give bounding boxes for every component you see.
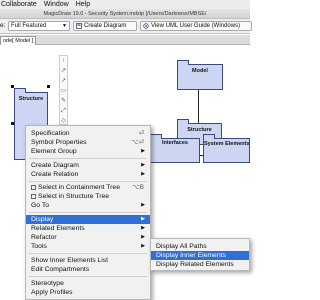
selection-handle[interactable] [11,85,14,88]
menu-item-label: Element Group [31,148,77,155]
menu-item-select-structure-tree[interactable]: Select in Structure Tree [26,192,150,201]
shortcut-label: ⌥⏎ [131,139,144,146]
submenu-arrow-icon: ▶ [141,243,145,249]
create-diagram-button[interactable]: Create Diagram [73,21,137,31]
menu-separator [29,158,147,159]
menu-item-label: Go To [31,202,50,209]
menu-item-label: Symbol Properties [31,139,87,146]
package-label: System Elements [204,141,250,147]
package-interfaces[interactable]: Interfaces [150,138,200,163]
note-icon[interactable]: ▭ [60,86,67,96]
menu-help[interactable]: Help [76,0,90,9]
selection-handle[interactable] [11,122,14,125]
package-system-elements[interactable]: System Elements [203,134,250,163]
uml-guide-label: View UML User Guide (Windows) [151,23,241,29]
submenu-arrow-icon: ▶ [141,202,145,208]
perspective-select[interactable]: Full Featured ▼ [8,21,70,31]
menu-item-edit-compartments[interactable]: Edit Compartments [26,265,150,274]
arrow-icon[interactable]: ↗ [60,76,67,86]
diagram-smart-toolbar: ↑ ↗ ↗ ▭ ✎ ⤢ ◇ [59,55,68,125]
tree-icon [31,193,36,199]
submenu-arrow-icon: ▶ [141,216,145,222]
menu-item-label: Display [31,216,54,223]
menu-item-label: Edit Compartments [31,266,90,273]
menu-separator [29,212,147,213]
package-label: Interfaces [162,140,188,146]
selection-handle[interactable] [47,85,50,88]
menu-item-display[interactable]: Display ▶ [26,215,150,224]
menu-item-apply-profiles[interactable]: Apply Profiles [26,288,150,297]
submenu-item-display-related-elements[interactable]: Display Related Elements [151,260,249,269]
up-arrow-icon[interactable]: ↑ [60,56,67,66]
main-toolbar: e: Full Featured ▼ Create Diagram View U… [0,19,252,34]
package-label: Structure [18,96,44,102]
menu-item-show-inner-elements-list[interactable]: Show Inner Elements List [26,256,150,265]
context-menu: Specification ⏎ Symbol Properties ⌥⏎ Ele… [25,125,151,300]
perspective-value: Full Featured [11,23,47,29]
submenu-item-display-all-paths[interactable]: Display All Paths [151,242,249,251]
menu-item-label: Create Diagram [31,162,79,169]
diagram-tabstrip: ode[ Model ] [0,35,250,45]
submenu-arrow-icon: ▶ [141,148,145,154]
menu-item-label: Select in Containment Tree [38,184,120,191]
menu-item-specification[interactable]: Specification ⏎ [26,129,150,138]
menu-window[interactable]: Window [44,0,69,9]
menu-item-stereotype[interactable]: Stereotype [26,279,150,288]
menu-item-label: Specification [31,130,70,137]
package-tab [203,134,215,139]
menu-item-label: Tools [31,243,47,250]
submenu-arrow-icon: ▶ [141,234,145,240]
link-icon[interactable]: ⤢ [60,106,67,116]
menu-collaborate[interactable]: Collaborate [1,0,37,9]
menu-item-element-group[interactable]: Element Group ▶ [26,147,150,156]
menu-separator [29,181,147,182]
package-label: Structure [187,127,212,133]
uml-guide-button[interactable]: View UML User Guide (Windows) [140,21,252,31]
package-tab [177,60,189,65]
package-model[interactable]: Model [177,60,223,90]
menu-item-create-relation[interactable]: Create Relation ▶ [26,170,150,179]
menu-item-label: Refactor [31,234,57,241]
menu-item-label: Select in Structure Tree [38,193,110,200]
menu-item-related-elements[interactable]: Related Elements ▶ [26,224,150,233]
pen-icon[interactable]: ✎ [60,96,67,106]
submenu-arrow-icon: ▶ [141,162,145,168]
menu-bar: Collaborate Window Help [0,0,250,9]
menu-item-create-diagram[interactable]: Create Diagram ▶ [26,161,150,170]
menu-item-label: Create Relation [31,171,79,178]
menu-item-tools[interactable]: Tools ▶ [26,242,150,251]
window-title: MagicDraw 19.0 - Security System.mdzip [… [0,9,250,19]
menu-separator [29,276,147,277]
package-tab [177,119,189,124]
submenu-arrow-icon: ▶ [141,171,145,177]
chevron-down-icon: ▼ [62,23,67,29]
menu-item-select-containment-tree[interactable]: Select in Containment Tree ⌥B [26,183,150,192]
package-label: Model [192,68,208,74]
menu-item-label: Apply Profiles [31,289,73,296]
package-tab [14,88,26,93]
menu-item-label: Related Elements [31,225,85,232]
tree-icon [31,184,36,190]
view-icon [143,23,149,29]
connector-line [198,90,199,123]
tab-model-diagram[interactable]: ode[ Model ] [0,36,37,45]
menu-item-go-to[interactable]: Go To ▶ [26,201,150,210]
menu-item-label: Show Inner Elements List [31,257,109,264]
menu-item-label: Stereotype [31,280,64,287]
submenu-arrow-icon: ▶ [141,225,145,231]
submenu-item-display-inner-elements[interactable]: Display Inner Elements [151,251,249,260]
display-submenu: Display All Paths Display Inner Elements… [150,238,250,271]
diagram-icon [76,23,82,29]
arrow-icon[interactable]: ↗ [60,66,67,76]
menu-item-symbol-properties[interactable]: Symbol Properties ⌥⏎ [26,138,150,147]
menu-item-refactor[interactable]: Refactor ▶ [26,233,150,242]
shortcut-label: ⌥B [132,184,144,191]
create-diagram-label: Create Diagram [84,23,127,29]
perspective-label: e: [0,22,6,29]
shortcut-label: ⏎ [138,130,144,137]
menu-separator [29,253,147,254]
